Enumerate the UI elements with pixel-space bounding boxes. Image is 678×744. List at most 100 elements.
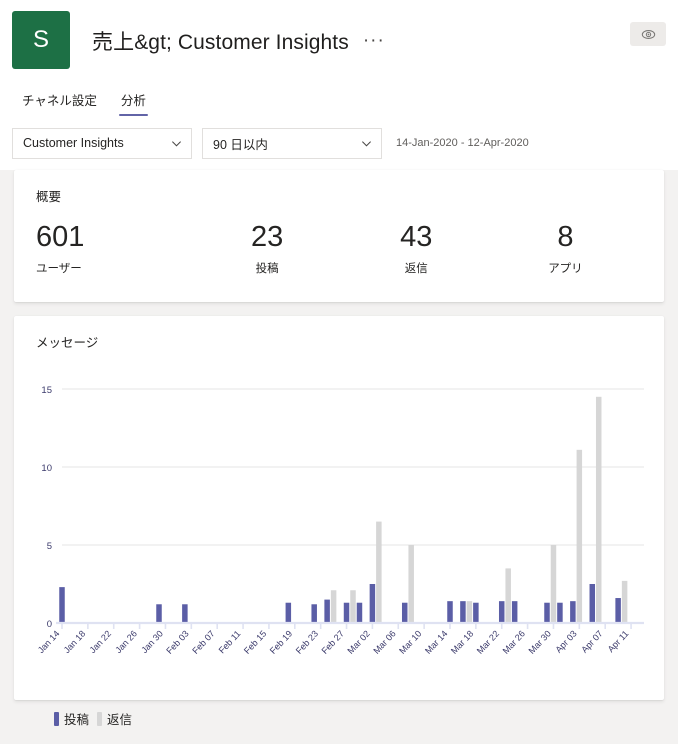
bar-replies [376,521,382,623]
legend-item-posts[interactable]: 投稿 [54,709,89,728]
y-axis-tick: 5 [47,541,52,552]
x-axis-tick: Feb 03 [164,629,190,656]
team-avatar: S [12,11,70,69]
stat-value: 8 [557,221,574,253]
y-axis-tick: 0 [47,619,52,630]
preview-eye-button[interactable] [630,22,666,46]
x-axis-tick: Feb 27 [320,629,346,656]
messages-chart: 0 5 10 15 Jan 14 Jan 18 Jan 22 Jan 26 Jan 30 Feb … [14,351,674,706]
bar-replies [595,396,602,623]
y-axis-tick: 15 [41,385,52,396]
x-axis-tick: Mar 14 [423,629,449,656]
legend-swatch-replies [97,711,103,726]
legend-item-replies[interactable]: 返信 [97,709,132,728]
summary-stats: 601 ユーザー 23 投稿 43 返信 8 アプリ [14,205,664,276]
avatar-initial: S [32,26,49,53]
x-axis-tick: Jan 22 [87,629,113,656]
period-select-value: 90 日以内 [213,137,268,152]
x-axis-tick: Feb 07 [190,629,216,656]
bar-replies [350,590,356,623]
bar-posts [401,602,408,623]
bar-replies [550,545,557,623]
bar-replies [505,568,511,623]
bar-posts [285,602,292,623]
title-area: 売上&gt; Customer Insights ··· [92,26,385,56]
bar-posts [182,604,188,623]
page-title: 売上&gt; Customer Insights [92,31,349,54]
bar-posts [311,604,317,623]
x-axis-tick: Mar 02 [345,629,371,656]
summary-title: 概要 [36,190,62,204]
stat-label: ユーザー [36,263,82,275]
bar-posts [460,601,466,623]
legend-label-replies: 返信 [107,713,133,727]
bar-posts [447,601,453,623]
x-axis-tick: Mar 30 [527,629,553,656]
bar-posts [544,602,550,623]
bar-posts [59,587,65,623]
app-header: S 売上&gt; Customer Insights ··· [0,0,678,86]
x-axis-tick: Mar 06 [371,629,397,656]
bar-posts [156,604,162,623]
bar-replies [330,590,337,623]
x-axis-tick: Feb 11 [217,629,243,656]
bar-posts [511,601,518,623]
chart-legend: 投稿 返信 [14,706,664,728]
x-axis-tick: Mar 10 [397,629,423,656]
x-axis-tick: Mar 26 [501,629,527,656]
stat-apps: 8 アプリ [491,219,664,276]
x-axis-tick: Jan 14 [36,629,62,656]
legend-swatch-posts [54,711,59,726]
bar-posts [498,601,505,623]
x-axis-tick: Apr 11 [606,629,631,655]
stat-value: 601 [36,221,85,253]
stat-label: アプリ [548,263,583,275]
stat-value: 23 [251,221,284,253]
x-axis-tick: Jan 18 [62,629,88,656]
bar-posts [557,602,563,623]
tab-channel-settings[interactable]: チャネル設定 [10,90,109,116]
bar-posts [324,599,330,623]
messages-title: メッセージ [36,336,99,350]
bar-posts [356,602,363,623]
stat-users: 601 ユーザー [14,219,193,276]
stat-label: 投稿 [255,263,279,275]
eye-icon [641,29,655,39]
summary-card: 概要 601 ユーザー 23 投稿 43 返信 8 アプリ [14,170,664,302]
channel-select-value: Customer Insights [23,136,124,150]
period-select[interactable]: 90 日以内 [202,127,382,159]
stat-value: 43 [400,221,433,253]
bar-replies [466,601,473,623]
date-range-label: 14-Jan-2020 - 12-Apr-2020 [396,137,529,149]
stat-replies: 43 返信 [342,219,491,276]
x-axis-tick: Apr 07 [579,629,604,655]
channel-select[interactable]: Customer Insights [12,127,192,159]
bar-posts [473,602,479,623]
bar-posts [369,584,376,623]
x-axis-tick: Feb 23 [294,629,320,656]
bar-replies [621,580,628,623]
y-axis-tick: 10 [41,463,52,474]
bar-replies [576,449,583,623]
messages-card: メッセージ 0 5 10 15 Jan 14 Jan 18 Jan 22 Jan 26 Jan … [14,316,664,727]
tab-analytics[interactable]: 分析 [109,90,158,116]
tab-bar: チャネル設定 分析 [0,86,678,116]
x-axis-tick: Apr 03 [553,629,578,655]
stat-label: 返信 [404,263,428,275]
chevron-down-icon [172,140,181,147]
x-axis-tick: Feb 15 [242,629,268,656]
x-axis-tick: Feb 19 [268,629,294,656]
x-axis-tick: Jan 30 [139,629,165,656]
bar-replies [408,545,414,623]
bar-posts [589,584,596,623]
bar-posts [570,601,576,623]
stat-posts: 23 投稿 [193,219,342,276]
legend-label-posts: 投稿 [64,713,90,727]
filter-bar: Customer Insights 90 日以内 14-Jan-2020 - 1… [0,116,678,170]
more-options-icon[interactable]: ··· [363,31,385,50]
bar-posts [615,598,621,623]
chevron-down-icon [362,140,371,147]
messages-bar-chart: 051015Jan 14 Jan 18 Jan 22 Jan 26 Jan 30 Feb … [36,385,644,656]
x-axis-tick: Jan 26 [113,629,139,656]
x-axis-tick: Mar 18 [449,629,475,656]
